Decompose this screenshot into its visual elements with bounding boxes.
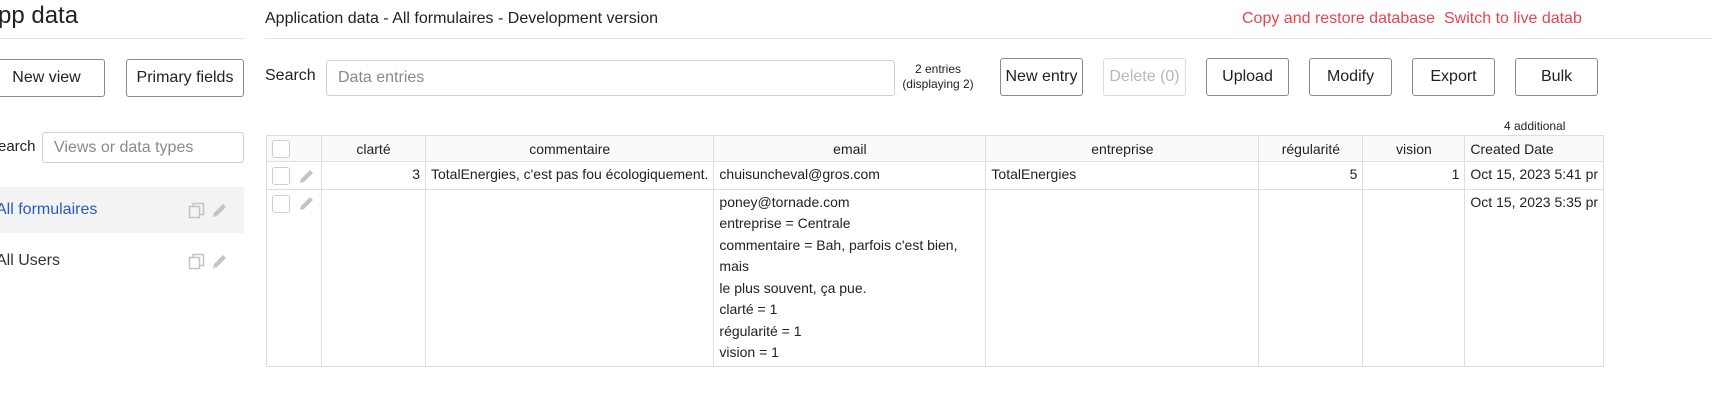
cell-created-date[interactable]: Oct 15, 2023 5:35 pr (1464, 188, 1605, 367)
column-header-entreprise[interactable]: entreprise (985, 135, 1260, 162)
additional-columns-note: 4 additional (1504, 119, 1566, 133)
column-header-regularite[interactable]: régularité (1258, 135, 1364, 162)
pencil-icon[interactable] (298, 168, 315, 185)
copy-icon[interactable] (188, 253, 205, 270)
cell-email[interactable]: poney@tornade.com entreprise = Centrale … (713, 188, 987, 367)
copy-icon[interactable] (188, 202, 205, 219)
delete-button[interactable]: Delete (0) (1103, 58, 1186, 96)
sidebar-item-all-formulaires[interactable]: All formulaires (0, 187, 244, 233)
table-row[interactable]: 3 TotalEnergies, c'est pas fou écologiqu… (266, 161, 1605, 190)
copy-restore-database-link[interactable]: Copy and restore database (1242, 10, 1435, 28)
cell-email[interactable]: chuisuncheval@gros.com (713, 161, 987, 190)
table-header-row: clarté commentaire email entreprise régu… (266, 135, 1605, 162)
column-header-commentaire[interactable]: commentaire (424, 135, 715, 162)
cell-regularite[interactable] (1258, 188, 1364, 367)
entries-count: 2 entries (displaying 2) (897, 62, 979, 92)
cell-email-line: entreprise = Centrale (719, 215, 851, 231)
select-all-cell (266, 135, 322, 162)
cell-email-line: chuisuncheval@gros.com (719, 166, 880, 182)
column-header-email[interactable]: email (713, 135, 987, 162)
sidebar-item-label: All Users (0, 252, 61, 269)
cell-email-line: vision = 1 (719, 344, 779, 360)
data-table: clarté commentaire email entreprise régu… (266, 135, 1605, 367)
cell-vision[interactable]: 1 (1362, 161, 1466, 190)
cell-email-line: clarté = 1 (719, 301, 778, 317)
cell-clarte[interactable] (321, 188, 426, 367)
row-actions-cell (266, 188, 322, 367)
cell-email-line: commentaire = Bah, parfois c'est bien, m… (719, 236, 958, 275)
cell-created-date[interactable]: Oct 15, 2023 5:41 pr (1464, 161, 1605, 190)
column-header-vision[interactable]: vision (1362, 135, 1466, 162)
new-entry-button[interactable]: New entry (1000, 58, 1083, 96)
cell-email-line: le plus souvent, ça pue. (719, 279, 867, 296)
sidebar-item-all-users[interactable]: All Users (0, 238, 244, 284)
select-all-checkbox[interactable] (272, 139, 290, 158)
cell-vision[interactable] (1362, 188, 1466, 367)
row-checkbox[interactable] (272, 167, 290, 186)
row-checkbox[interactable] (272, 194, 290, 213)
cell-commentaire[interactable]: TotalEnergies, c'est pas fou écologiquem… (424, 161, 715, 190)
pencil-icon[interactable] (298, 195, 315, 212)
left-search-label: earch (0, 138, 36, 155)
upload-button[interactable]: Upload (1206, 58, 1289, 96)
column-header-clarte[interactable]: clarté (321, 135, 426, 162)
cell-commentaire[interactable] (424, 188, 715, 367)
cell-entreprise[interactable] (985, 188, 1260, 367)
cell-email-line: poney@tornade.com (719, 193, 850, 210)
cell-regularite[interactable]: 5 (1258, 161, 1364, 190)
sidebar-item-label: All formulaires (0, 201, 98, 218)
cell-entreprise[interactable]: TotalEnergies (985, 161, 1260, 190)
table-row[interactable]: poney@tornade.com entreprise = Centrale … (266, 188, 1605, 367)
cell-clarte[interactable]: 3 (321, 161, 426, 190)
data-entries-search-input[interactable] (326, 60, 895, 96)
pencil-icon[interactable] (211, 253, 228, 270)
switch-to-live-database-link[interactable]: Switch to live datab (1444, 10, 1582, 28)
entries-count-displaying: (displaying 2) (902, 77, 974, 91)
cell-email-line: régularité = 1 (719, 322, 802, 339)
views-search-input[interactable] (42, 132, 244, 163)
column-header-created-date[interactable]: Created Date (1464, 135, 1605, 162)
primary-fields-button[interactable]: Primary fields (126, 59, 244, 97)
bulk-button[interactable]: Bulk (1515, 58, 1598, 96)
left-title-divider (0, 38, 245, 39)
row-actions-cell (266, 161, 322, 190)
modify-button[interactable]: Modify (1309, 58, 1392, 96)
left-panel-title: pp data (0, 2, 79, 29)
new-view-button[interactable]: New view (0, 59, 105, 97)
header-divider (265, 38, 1712, 39)
page-title: Application data - All formulaires - Dev… (265, 10, 659, 27)
entries-count-total: 2 entries (914, 62, 962, 76)
export-button[interactable]: Export (1412, 58, 1495, 96)
bulk-button-label: Bulk (1541, 68, 1573, 85)
data-search-label: Search (265, 67, 316, 84)
pencil-icon[interactable] (211, 202, 228, 219)
